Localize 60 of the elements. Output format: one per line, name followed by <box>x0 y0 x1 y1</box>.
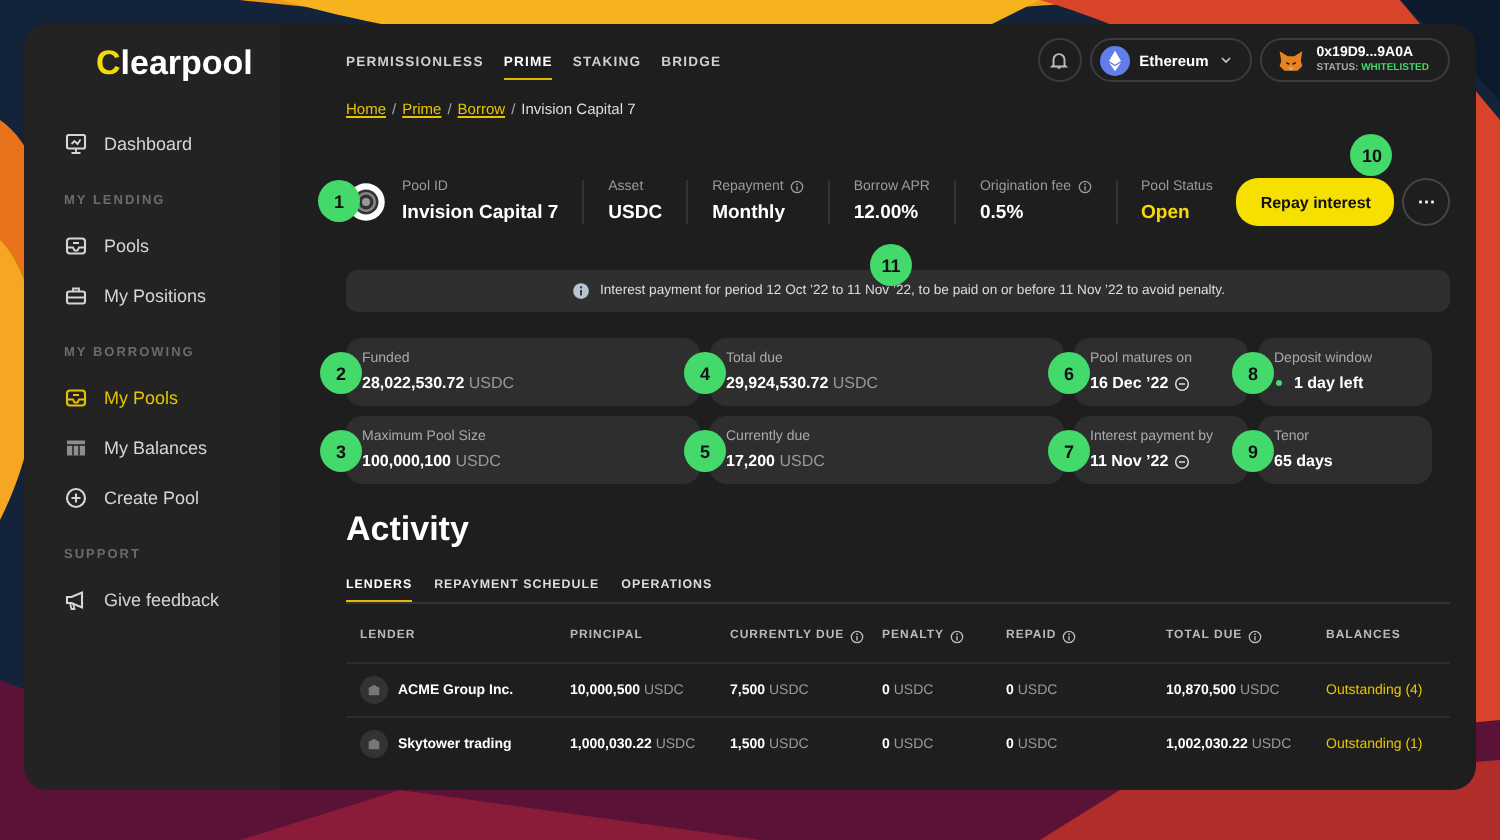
plus-circle-icon <box>64 485 88 509</box>
stat-value: 17,200 USDC <box>726 452 825 470</box>
repay-interest-button[interactable]: Repay interest <box>1236 178 1395 226</box>
step-badge: 9 <box>1232 430 1274 472</box>
field-value: 0.5% <box>979 202 1026 224</box>
info-icon <box>1248 629 1263 643</box>
bank-icon <box>360 676 388 704</box>
stat-value: 11 Nov ’22 <box>1090 452 1169 470</box>
notification-button[interactable] <box>1037 38 1082 82</box>
step-badge: 10 <box>1350 134 1393 176</box>
step-badge: 11 <box>870 244 912 286</box>
stat-value: 100,000,100 USDC <box>362 452 501 470</box>
step-badge: 2 <box>320 352 362 394</box>
info-icon <box>1062 629 1077 643</box>
sidebar-item[interactable]: Give feedback <box>64 574 280 624</box>
stat-value: 28,022,530.72 USDC <box>362 374 515 392</box>
step-badge: 4 <box>684 352 726 394</box>
info-icon <box>789 180 804 194</box>
field-value: 12.00% <box>853 202 921 224</box>
stat-value: 29,924,530.72 USDC <box>726 374 879 392</box>
table-icon <box>64 435 88 459</box>
stat-value: 16 Dec ’22 <box>1090 374 1169 392</box>
minus-circle-icon <box>1174 375 1191 391</box>
field-value: USDC <box>608 202 663 224</box>
sidebar-item[interactable]: Pools <box>64 220 280 270</box>
sidebar-item[interactable]: Create Pool <box>64 472 280 522</box>
megaphone-icon <box>64 587 88 611</box>
step-badge: 5 <box>684 430 726 472</box>
chevron-down-icon <box>1218 52 1235 68</box>
step-badge: 6 <box>1048 352 1090 394</box>
info-icon <box>850 629 865 643</box>
sidebar-item[interactable]: My Pools <box>64 372 280 422</box>
sidebar-item[interactable]: My Positions <box>64 270 280 320</box>
monitor-icon <box>64 131 88 155</box>
info-icon <box>950 629 965 643</box>
step-badge: 8 <box>1232 352 1274 394</box>
status-dot <box>1276 380 1282 386</box>
info-icon <box>572 282 590 300</box>
bank-icon <box>360 730 388 758</box>
more-button[interactable]: ··· <box>1402 178 1451 226</box>
minus-circle-icon <box>1174 453 1191 469</box>
stat-value: 65 days <box>1274 452 1333 470</box>
briefcase-icon <box>64 283 88 307</box>
stat-value: 1 day left <box>1294 374 1364 392</box>
fox-icon <box>1278 47 1305 73</box>
field-value: Monthly <box>712 202 787 224</box>
ethereum-icon <box>1099 45 1130 75</box>
bell-icon <box>1048 49 1071 71</box>
sidebar-item[interactable]: Dashboard <box>64 118 280 168</box>
section-title: Activity <box>346 510 471 550</box>
field-value: Open <box>1141 202 1192 224</box>
field-value: Invision Capital 7 <box>402 202 559 224</box>
inbox-icon <box>64 233 88 257</box>
clearpool-logo[interactable]: Clearpool <box>96 44 253 84</box>
inbox-icon <box>64 385 88 409</box>
step-badge: 3 <box>320 430 362 472</box>
step-badge: 7 <box>1048 430 1090 472</box>
info-icon <box>1077 180 1092 194</box>
sidebar-item[interactable]: My Balances <box>64 422 280 472</box>
step-badge: 1 <box>318 180 360 222</box>
